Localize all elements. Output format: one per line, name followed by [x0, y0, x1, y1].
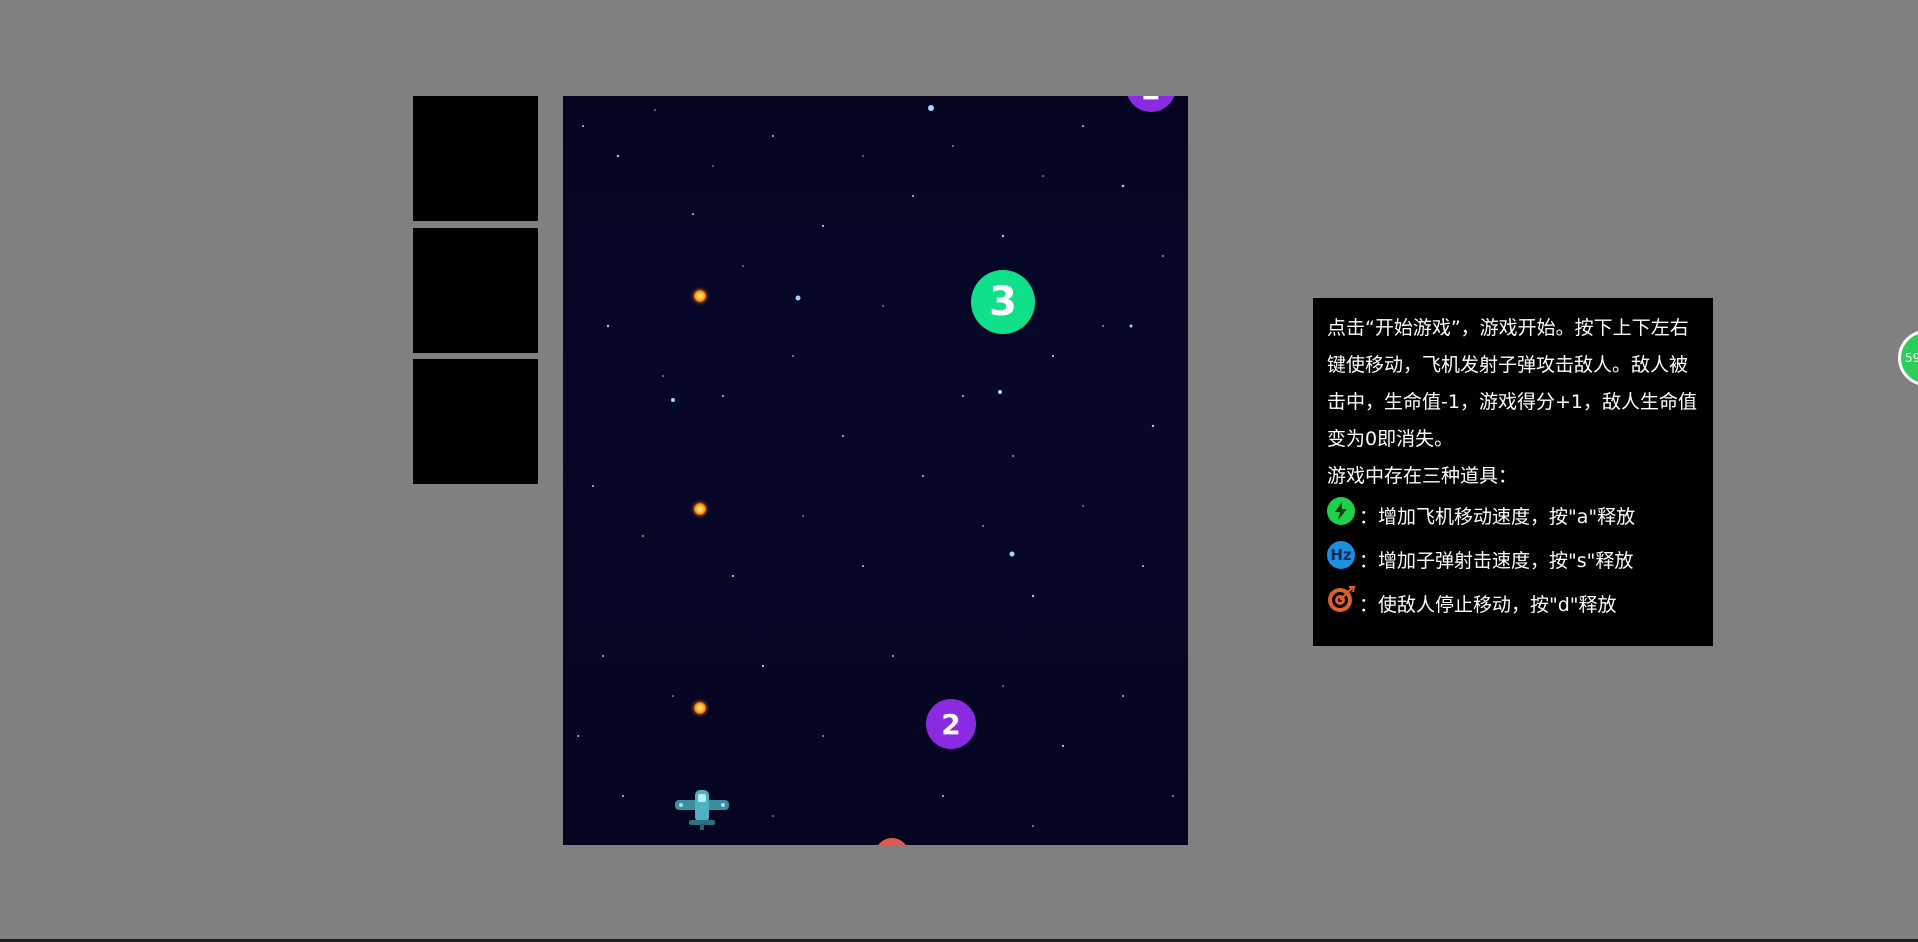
player-plane-icon [675, 790, 729, 830]
item-text-speed: ：增加飞机移动速度，按"a"释放 [1359, 505, 1636, 528]
target-icon [1327, 585, 1355, 613]
item-description-speed: ：增加飞机移动速度，按"a"释放 [1327, 495, 1699, 539]
instructions-panel: 点击“开始游戏”，游戏开始。按下上下左右键使移动，飞机发射子弹攻击敌人。敌人被击… [1313, 298, 1713, 646]
game-page: 3 2 2 点击“开始游戏”，游戏开始。按下上下左右键使移动，飞机发射子弹攻击敌… [0, 0, 1918, 942]
item-text-fire-rate: ：增加子弹射击速度，按"s"释放 [1359, 549, 1634, 572]
instructions-text: 点击“开始游戏”，游戏开始。按下上下左右键使移动，飞机发射子弹攻击敌人。敌人被击… [1327, 317, 1697, 450]
bullet [694, 503, 706, 515]
bullet [694, 290, 706, 302]
floating-badge[interactable]: 59 [1898, 330, 1918, 386]
items-heading: 游戏中存在三种道具： [1327, 465, 1518, 487]
enemy-hp-label: 2 [1141, 96, 1160, 106]
item-slot-3 [413, 359, 538, 484]
lightning-icon [1327, 497, 1355, 525]
item-slot-1 [413, 96, 538, 221]
enemy-ball: 2 [926, 699, 976, 749]
starfield-background [577, 105, 1174, 827]
item-slot-2 [413, 228, 538, 353]
enemy-ball: 3 [971, 270, 1035, 334]
hz-icon: Hz [1327, 541, 1355, 569]
hz-icon-label: Hz [1330, 545, 1352, 564]
enemy-hp-label: 2 [941, 707, 961, 741]
bullet [694, 702, 706, 714]
floating-badge-text: 59 [1905, 351, 1918, 365]
enemy-hp-label: 3 [989, 279, 1017, 325]
item-description-freeze: ：使敌人停止移动，按"d"释放 [1327, 583, 1699, 627]
item-description-fire-rate: Hz ：增加子弹射击速度，按"s"释放 [1327, 539, 1699, 583]
game-field[interactable]: 3 2 2 [563, 96, 1188, 845]
item-text-freeze: ：使敌人停止移动，按"d"释放 [1359, 593, 1617, 616]
